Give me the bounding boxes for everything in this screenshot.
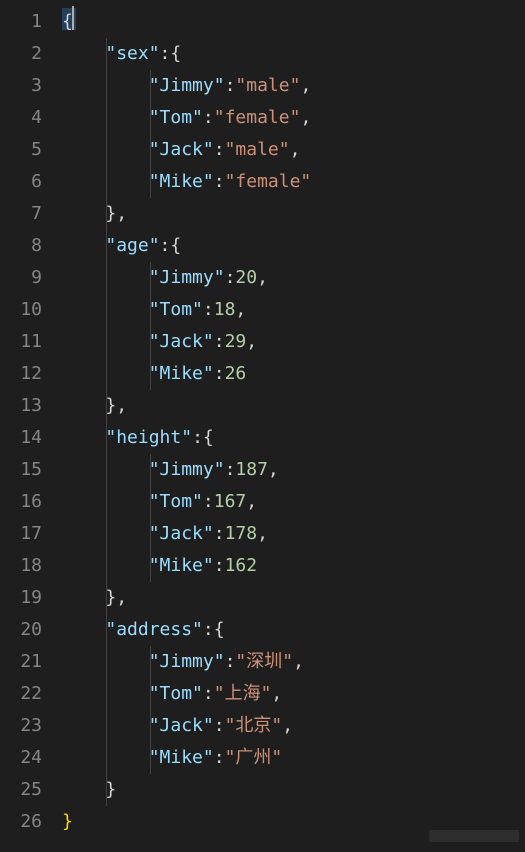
line-number: 19 — [8, 582, 42, 614]
code-editor[interactable]: 1 2 3 4 5 6 7 8 9 10 11 12 13 14 15 16 1… — [0, 0, 525, 852]
json-number: 20 — [235, 267, 257, 288]
code-line[interactable]: "Mike":"广州" — [62, 742, 525, 774]
code-line[interactable]: "Mike":162 — [62, 550, 525, 582]
json-key: "Jimmy" — [149, 651, 225, 672]
code-line[interactable]: "Mike":26 — [62, 358, 525, 390]
line-number: 6 — [8, 166, 42, 198]
json-number: 18 — [214, 299, 236, 320]
json-string: "北京" — [225, 715, 283, 736]
line-number: 22 — [8, 678, 42, 710]
code-line[interactable]: "Tom":"上海", — [62, 678, 525, 710]
json-key: "Mike" — [149, 363, 214, 384]
json-key: "height" — [105, 427, 192, 448]
json-key: "sex" — [105, 43, 159, 64]
json-key: "Tom" — [149, 683, 203, 704]
line-number: 4 — [8, 102, 42, 134]
json-string: "female" — [214, 107, 301, 128]
code-line[interactable]: } — [62, 774, 525, 806]
line-number: 5 — [8, 134, 42, 166]
code-line[interactable]: "Tom":167, — [62, 486, 525, 518]
json-key: "Jimmy" — [149, 459, 225, 480]
code-line[interactable]: "Jimmy":20, — [62, 262, 525, 294]
close-brace: } — [62, 811, 73, 832]
line-number: 23 — [8, 710, 42, 742]
code-line[interactable]: }, — [62, 582, 525, 614]
json-number: 187 — [235, 459, 268, 480]
line-number: 1 — [8, 6, 42, 38]
line-number: 20 — [8, 614, 42, 646]
json-key: "Mike" — [149, 555, 214, 576]
line-number: 21 — [8, 646, 42, 678]
code-line[interactable]: "Jimmy":"male", — [62, 70, 525, 102]
code-line[interactable]: "height":{ — [62, 422, 525, 454]
json-string: "male" — [235, 75, 300, 96]
line-number: 12 — [8, 358, 42, 390]
code-line[interactable]: "Tom":18, — [62, 294, 525, 326]
json-number: 29 — [225, 331, 247, 352]
json-key: "Tom" — [149, 299, 203, 320]
json-key: "age" — [105, 235, 159, 256]
line-number: 24 — [8, 742, 42, 774]
code-line[interactable]: }, — [62, 390, 525, 422]
line-number: 13 — [8, 390, 42, 422]
json-string: "male" — [225, 139, 290, 160]
line-number: 18 — [8, 550, 42, 582]
code-line[interactable]: "Tom":"female", — [62, 102, 525, 134]
json-number: 26 — [225, 363, 247, 384]
code-line[interactable]: { — [62, 6, 525, 38]
code-line[interactable]: "Jimmy":"深圳", — [62, 646, 525, 678]
line-number: 3 — [8, 70, 42, 102]
line-number: 7 — [8, 198, 42, 230]
json-key: "Jack" — [149, 139, 214, 160]
line-number-gutter: 1 2 3 4 5 6 7 8 9 10 11 12 13 14 15 16 1… — [0, 0, 54, 852]
code-line[interactable]: "age":{ — [62, 230, 525, 262]
json-key: "Jack" — [149, 523, 214, 544]
json-string: "广州" — [225, 747, 283, 768]
json-key: "Mike" — [149, 747, 214, 768]
line-number: 11 — [8, 326, 42, 358]
json-string: "深圳" — [235, 651, 293, 672]
json-string: "上海" — [214, 683, 272, 704]
code-line[interactable]: }, — [62, 198, 525, 230]
code-line[interactable]: "Jack":178, — [62, 518, 525, 550]
line-number: 25 — [8, 774, 42, 806]
open-brace: { — [62, 11, 73, 32]
json-key: "Jimmy" — [149, 267, 225, 288]
code-line[interactable]: "address":{ — [62, 614, 525, 646]
json-key: "Jimmy" — [149, 75, 225, 96]
json-key: "Tom" — [149, 491, 203, 512]
code-line[interactable]: "Jack":29, — [62, 326, 525, 358]
json-number: 162 — [225, 555, 258, 576]
line-number: 26 — [8, 806, 42, 838]
code-line[interactable]: "Jimmy":187, — [62, 454, 525, 486]
json-number: 178 — [225, 523, 258, 544]
code-area[interactable]: { "sex":{ "Jimmy":"male", "Tom":"female"… — [54, 0, 525, 852]
line-number: 8 — [8, 230, 42, 262]
code-line[interactable]: "Jack":"male", — [62, 134, 525, 166]
line-number: 10 — [8, 294, 42, 326]
json-key: "Jack" — [149, 331, 214, 352]
code-line[interactable]: "Mike":"female" — [62, 166, 525, 198]
line-number: 17 — [8, 518, 42, 550]
json-number: 167 — [214, 491, 247, 512]
json-string: "female" — [225, 171, 312, 192]
line-number: 14 — [8, 422, 42, 454]
code-line[interactable]: "sex":{ — [62, 38, 525, 70]
line-number: 15 — [8, 454, 42, 486]
json-key: "Mike" — [149, 171, 214, 192]
json-key: "address" — [105, 619, 203, 640]
code-line[interactable]: "Jack":"北京", — [62, 710, 525, 742]
json-key: "Jack" — [149, 715, 214, 736]
line-number: 9 — [8, 262, 42, 294]
minimap-scrollbar[interactable] — [429, 830, 519, 842]
line-number: 2 — [8, 38, 42, 70]
line-number: 16 — [8, 486, 42, 518]
json-key: "Tom" — [149, 107, 203, 128]
